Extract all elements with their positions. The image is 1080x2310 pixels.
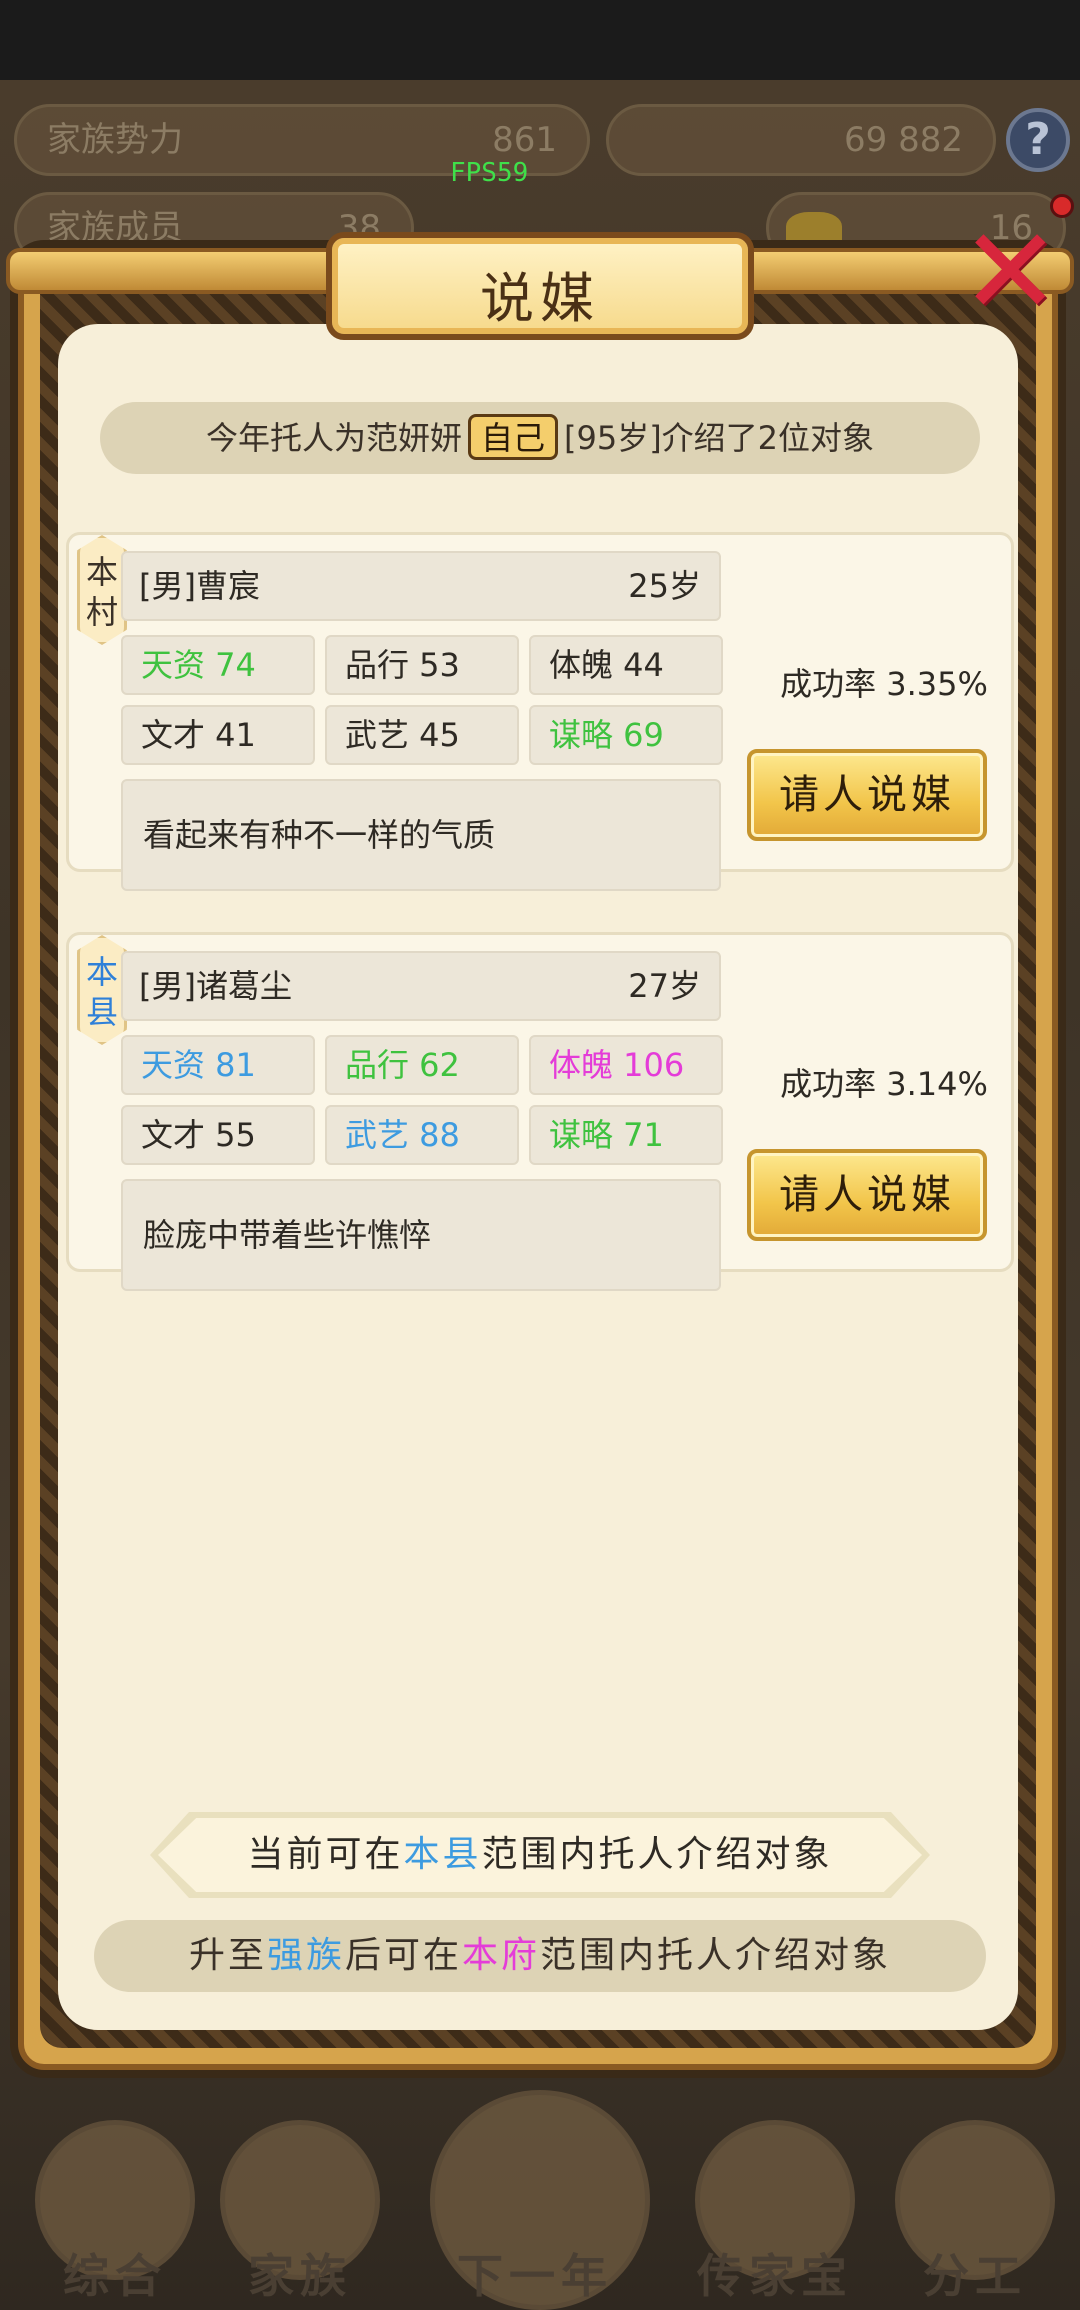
nav-heirloom[interactable]: 传家宝 bbox=[680, 2100, 870, 2310]
upgrade-p2: 后可在 bbox=[344, 1935, 462, 1976]
candidate-name-row: [男]曹宸 25岁 bbox=[121, 551, 721, 621]
attr-morality: 品行 62 bbox=[325, 1035, 519, 1095]
nav-next-year-label: 下一年 bbox=[457, 2249, 613, 2303]
request-matchmaker-button[interactable]: 请人说媒 bbox=[747, 1149, 987, 1241]
scope-tag: 本村 bbox=[77, 535, 127, 645]
clan-power-label: 家族势力 bbox=[47, 120, 183, 160]
candidate-name-row: [男]诸葛尘 27岁 bbox=[121, 951, 721, 1021]
attr-literacy: 文才 55 bbox=[121, 1105, 315, 1165]
bottom-nav: 综合 家族 下一年 传家宝 分工 bbox=[0, 2090, 1080, 2310]
nav-assign-label: 分工 bbox=[923, 2249, 1027, 2303]
attr-morality: 品行 53 bbox=[325, 635, 519, 695]
attr-martial: 武艺 88 bbox=[325, 1105, 519, 1165]
candidate-card: 本县 [男]诸葛尘 27岁 天资 81 品行 62 体魄 106 文才 55 武… bbox=[66, 932, 1014, 1291]
gold-ingot-icon bbox=[786, 212, 842, 248]
currency-stat: 69 882 bbox=[606, 104, 996, 176]
candidate-description: 脸庞中带着些许憔悴 bbox=[121, 1179, 721, 1291]
candidate-age: 27岁 bbox=[628, 967, 701, 1005]
attr-literacy: 文才 41 bbox=[121, 705, 315, 765]
self-badge: 自己 bbox=[467, 414, 558, 460]
candidate-name: [男]曹宸 bbox=[139, 567, 260, 605]
nav-clan-label: 家族 bbox=[248, 2249, 352, 2303]
attr-physique: 体魄 106 bbox=[529, 1035, 723, 1095]
nav-heirloom-label: 传家宝 bbox=[697, 2249, 853, 2303]
request-matchmaker-button[interactable]: 请人说媒 bbox=[747, 749, 987, 841]
close-button[interactable]: ✕ bbox=[960, 213, 1061, 333]
candidate-description: 看起来有种不一样的气质 bbox=[121, 779, 721, 891]
attr-strategy: 谋略 69 bbox=[529, 705, 723, 765]
currency-value: 69 882 bbox=[844, 120, 963, 160]
modal-title: 说媒 bbox=[480, 267, 600, 330]
upgrade-p1: 升至 bbox=[188, 1935, 267, 1976]
upgrade-h2: 本府 bbox=[462, 1935, 541, 1976]
help-button[interactable]: ? bbox=[1006, 108, 1070, 172]
attr-talent: 天资 81 bbox=[121, 1035, 315, 1095]
success-rate: 成功率 3.35% bbox=[780, 665, 988, 703]
nav-next-year[interactable]: 下一年 bbox=[430, 2090, 650, 2310]
notice-before: 当前可在 bbox=[247, 1834, 404, 1875]
upgrade-h1: 强族 bbox=[266, 1935, 345, 1976]
title-plate: 说媒 bbox=[326, 232, 754, 340]
candidate-card: 本村 [男]曹宸 25岁 天资 74 品行 53 体魄 44 文才 41 武艺 … bbox=[66, 532, 1014, 891]
attr-martial: 武艺 45 bbox=[325, 705, 519, 765]
attr-strategy: 谋略 71 bbox=[529, 1105, 723, 1165]
close-icon: ✕ bbox=[960, 203, 1061, 342]
candidate-age: 25岁 bbox=[628, 567, 701, 605]
attr-talent: 天资 74 bbox=[121, 635, 315, 695]
attr-physique: 体魄 44 bbox=[529, 635, 723, 695]
summary-text: 今年托人为范妍妍 自己 [95岁]介绍了2位对象 bbox=[100, 402, 980, 474]
nav-overview-label: 综合 bbox=[63, 2249, 167, 2303]
scope-tag: 本县 bbox=[77, 935, 127, 1045]
summary-before: 今年托人为范妍妍 bbox=[205, 419, 462, 457]
fps-counter: FPS59 bbox=[450, 158, 529, 188]
current-scope-notice: 当前可在本县范围内托人介绍对象 bbox=[158, 1818, 922, 1892]
nav-assign[interactable]: 分工 bbox=[880, 2100, 1070, 2310]
upgrade-hint: 升至强族后可在本府范围内托人介绍对象 bbox=[94, 1920, 986, 1992]
notice-highlight: 本县 bbox=[403, 1834, 482, 1875]
nav-clan[interactable]: 家族 bbox=[205, 2100, 395, 2310]
candidate-name: [男]诸葛尘 bbox=[139, 967, 292, 1005]
summary-after: [95岁]介绍了2位对象 bbox=[563, 419, 875, 457]
upgrade-p3: 范围内托人介绍对象 bbox=[540, 1935, 892, 1976]
status-bar bbox=[0, 0, 1080, 80]
success-rate: 成功率 3.14% bbox=[780, 1065, 988, 1103]
nav-overview[interactable]: 综合 bbox=[20, 2100, 210, 2310]
notice-after: 范围内托人介绍对象 bbox=[481, 1834, 833, 1875]
